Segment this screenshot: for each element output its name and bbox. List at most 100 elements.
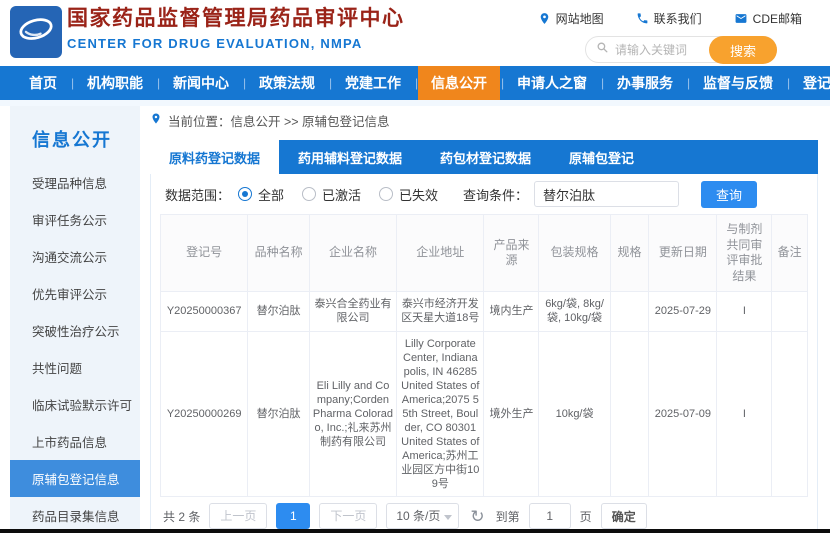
radio-activated[interactable]: 已激活: [302, 185, 361, 204]
goto-page-label: 到第: [496, 508, 520, 525]
contact-link[interactable]: 联系我们: [636, 10, 702, 27]
table-row: Y20250000367 替尔泊肽 泰兴合全药业有限公司 泰兴市经济开发区天星大…: [161, 292, 808, 331]
cell-packaging-spec: 10kg/袋: [539, 331, 610, 497]
nav-item-supervision[interactable]: 监督与反馈: [690, 66, 786, 100]
column-header-spec: 规格: [610, 215, 649, 292]
cell-spec: [610, 292, 649, 331]
cell-registration-no: Y20250000269: [161, 331, 248, 497]
table-header-row: 登记号 品种名称 企业名称 企业地址 产品来源 包装规格 规格 更新日期 与制剂…: [161, 215, 808, 292]
tab-api-registration-data[interactable]: 原料药登记数据: [150, 140, 279, 174]
phone-icon: [636, 12, 649, 25]
refresh-icon[interactable]: ↻: [470, 508, 484, 525]
radio-all-indicator: [238, 187, 252, 201]
utility-links: 网站地图 联系我们 CDE邮箱: [538, 10, 802, 27]
location-pin-icon: [538, 12, 551, 25]
data-scope-label: 数据范围：: [165, 185, 230, 204]
nav-item-party[interactable]: 党建工作: [332, 66, 414, 100]
tab-packaging-registration-data[interactable]: 药包材登记数据: [421, 140, 550, 174]
nav-item-functions[interactable]: 机构职能: [74, 66, 156, 100]
chevron-down-icon: [444, 515, 452, 520]
cell-packaging-spec: 6kg/袋, 8kg/袋, 10kg/袋: [539, 292, 610, 331]
main-content: 当前位置：信息公开 >> 原辅包登记信息 原料药登记数据 药用辅料登记数据 药包…: [150, 106, 818, 533]
page-size-select[interactable]: 10 条/页: [386, 503, 459, 529]
sidebar-item-marketed-drugs[interactable]: 上市药品信息: [10, 423, 140, 460]
site-title-block: 国家药品监督管理局药品审评中心 CENTER FOR DRUG EVALUATI…: [67, 6, 405, 51]
cell-joint-review-result: I: [717, 292, 772, 331]
cell-company-address: 泰兴市经济开发区天星大道18号: [397, 292, 484, 331]
bottom-edge-bar: [0, 529, 830, 533]
radio-activated-indicator: [302, 187, 316, 201]
page-size-value: 10 条/页: [396, 509, 440, 523]
sidebar-title: 信息公开: [10, 106, 140, 164]
sitemap-link[interactable]: 网站地图: [538, 10, 604, 27]
query-button[interactable]: 查询: [701, 181, 757, 208]
column-header-joint-review-result: 与制剂共同审评审批结果: [717, 215, 772, 292]
nav-item-services[interactable]: 办事服务: [604, 66, 686, 100]
column-header-update-date: 更新日期: [649, 215, 717, 292]
cell-company-name: 泰兴合全药业有限公司: [309, 292, 396, 331]
location-pin-icon: [150, 112, 162, 128]
cell-update-date: 2025-07-29: [649, 292, 717, 331]
cell-product-source: 境内生产: [484, 292, 539, 331]
magnifier-icon: [596, 41, 609, 59]
confirm-button[interactable]: 确定: [601, 503, 647, 529]
sidebar-item-common-issues[interactable]: 共性问题: [10, 349, 140, 386]
radio-expired-label: 已失效: [399, 185, 438, 204]
tab-excipient-registration-data[interactable]: 药用辅料登记数据: [279, 140, 421, 174]
sidebar-item-breakthrough-therapy[interactable]: 突破性治疗公示: [10, 312, 140, 349]
radio-all-label: 全部: [258, 185, 284, 204]
nav-item-policies[interactable]: 政策法规: [246, 66, 328, 100]
sidebar-item-communication[interactable]: 沟通交流公示: [10, 238, 140, 275]
nav-item-applicant-window[interactable]: 申请人之窗: [504, 66, 600, 100]
column-header-company-address: 企业地址: [397, 215, 484, 292]
nav-item-info-disclosure[interactable]: 信息公开: [418, 66, 500, 100]
cell-spec: [610, 331, 649, 497]
column-header-variety-name: 品种名称: [248, 215, 309, 292]
breadcrumb-text: 当前位置：信息公开 >> 原辅包登记信息: [168, 111, 390, 130]
cell-remark: [772, 331, 808, 497]
filter-row: 数据范围： 全部 已激活 已失效 查询条件：: [151, 174, 817, 214]
mailbox-label: CDE邮箱: [753, 10, 802, 27]
query-input[interactable]: [534, 181, 679, 207]
cell-update-date: 2025-07-09: [649, 331, 717, 497]
sidebar: 信息公开 受理品种信息 审评任务公示 沟通交流公示 优先审评公示 突破性治疗公示…: [10, 106, 140, 529]
sidebar-item-clinical-trial-license[interactable]: 临床试验默示许可: [10, 386, 140, 423]
radio-activated-label: 已激活: [322, 185, 361, 204]
content-panel: 数据范围： 全部 已激活 已失效 查询条件：: [150, 174, 818, 533]
column-header-company-name: 企业名称: [309, 215, 396, 292]
sidebar-item-priority-review[interactable]: 优先审评公示: [10, 275, 140, 312]
nav-item-home[interactable]: 首页: [16, 66, 70, 100]
cell-product-source: 境外生产: [484, 331, 539, 497]
site-search: 搜索: [585, 36, 777, 63]
sidebar-item-drug-catalog[interactable]: 药品目录集信息: [10, 497, 140, 533]
radio-expired[interactable]: 已失效: [379, 185, 438, 204]
sidebar-item-accepted-varieties[interactable]: 受理品种信息: [10, 164, 140, 201]
scope-radio-group: 全部 已激活 已失效: [238, 185, 438, 204]
registration-table: 登记号 品种名称 企业名称 企业地址 产品来源 包装规格 规格 更新日期 与制剂…: [160, 214, 808, 497]
mailbox-link[interactable]: CDE邮箱: [734, 10, 802, 27]
tab-raw-aux-pack-registration[interactable]: 原辅包登记: [550, 140, 653, 174]
sidebar-item-review-tasks[interactable]: 审评任务公示: [10, 201, 140, 238]
cell-registration-no: Y20250000367: [161, 292, 248, 331]
page: 国家药品监督管理局药品审评中心 CENTER FOR DRUG EVALUATI…: [0, 0, 830, 533]
cell-remark: [772, 292, 808, 331]
page-1-button[interactable]: 1: [276, 503, 310, 529]
next-page-button[interactable]: 下一页: [319, 503, 377, 529]
site-subtitle: CENTER FOR DRUG EVALUATION, NMPA: [67, 36, 405, 51]
search-button[interactable]: 搜索: [709, 36, 777, 64]
site-header: 国家药品监督管理局药品审评中心 CENTER FOR DRUG EVALUATI…: [0, 0, 830, 66]
goto-page-input[interactable]: [529, 503, 571, 529]
breadcrumb: 当前位置：信息公开 >> 原辅包登记信息: [150, 106, 818, 134]
cell-variety-name: 替尔泊肽: [248, 331, 309, 497]
cell-company-name: Eli Lilly and Company;Corden Pharma Colo…: [309, 331, 396, 497]
cde-logo[interactable]: [10, 6, 62, 58]
nav-item-news[interactable]: 新闻中心: [160, 66, 242, 100]
main-nav: 首页 机构职能 新闻中心 政策法规 党建工作 信息公开 申请人之窗 办事服务 监…: [0, 66, 830, 100]
prev-page-button[interactable]: 上一页: [209, 503, 267, 529]
total-count: 共 2 条: [163, 508, 200, 525]
sidebar-item-excipient-registration[interactable]: 原辅包登记信息: [10, 460, 140, 497]
cell-company-address: Lilly Corporate Center, Indianapolis, IN…: [397, 331, 484, 497]
column-header-registration-no: 登记号: [161, 215, 248, 292]
radio-all[interactable]: 全部: [238, 185, 284, 204]
nav-item-registration-platform[interactable]: 登记备案平台: [790, 66, 830, 100]
